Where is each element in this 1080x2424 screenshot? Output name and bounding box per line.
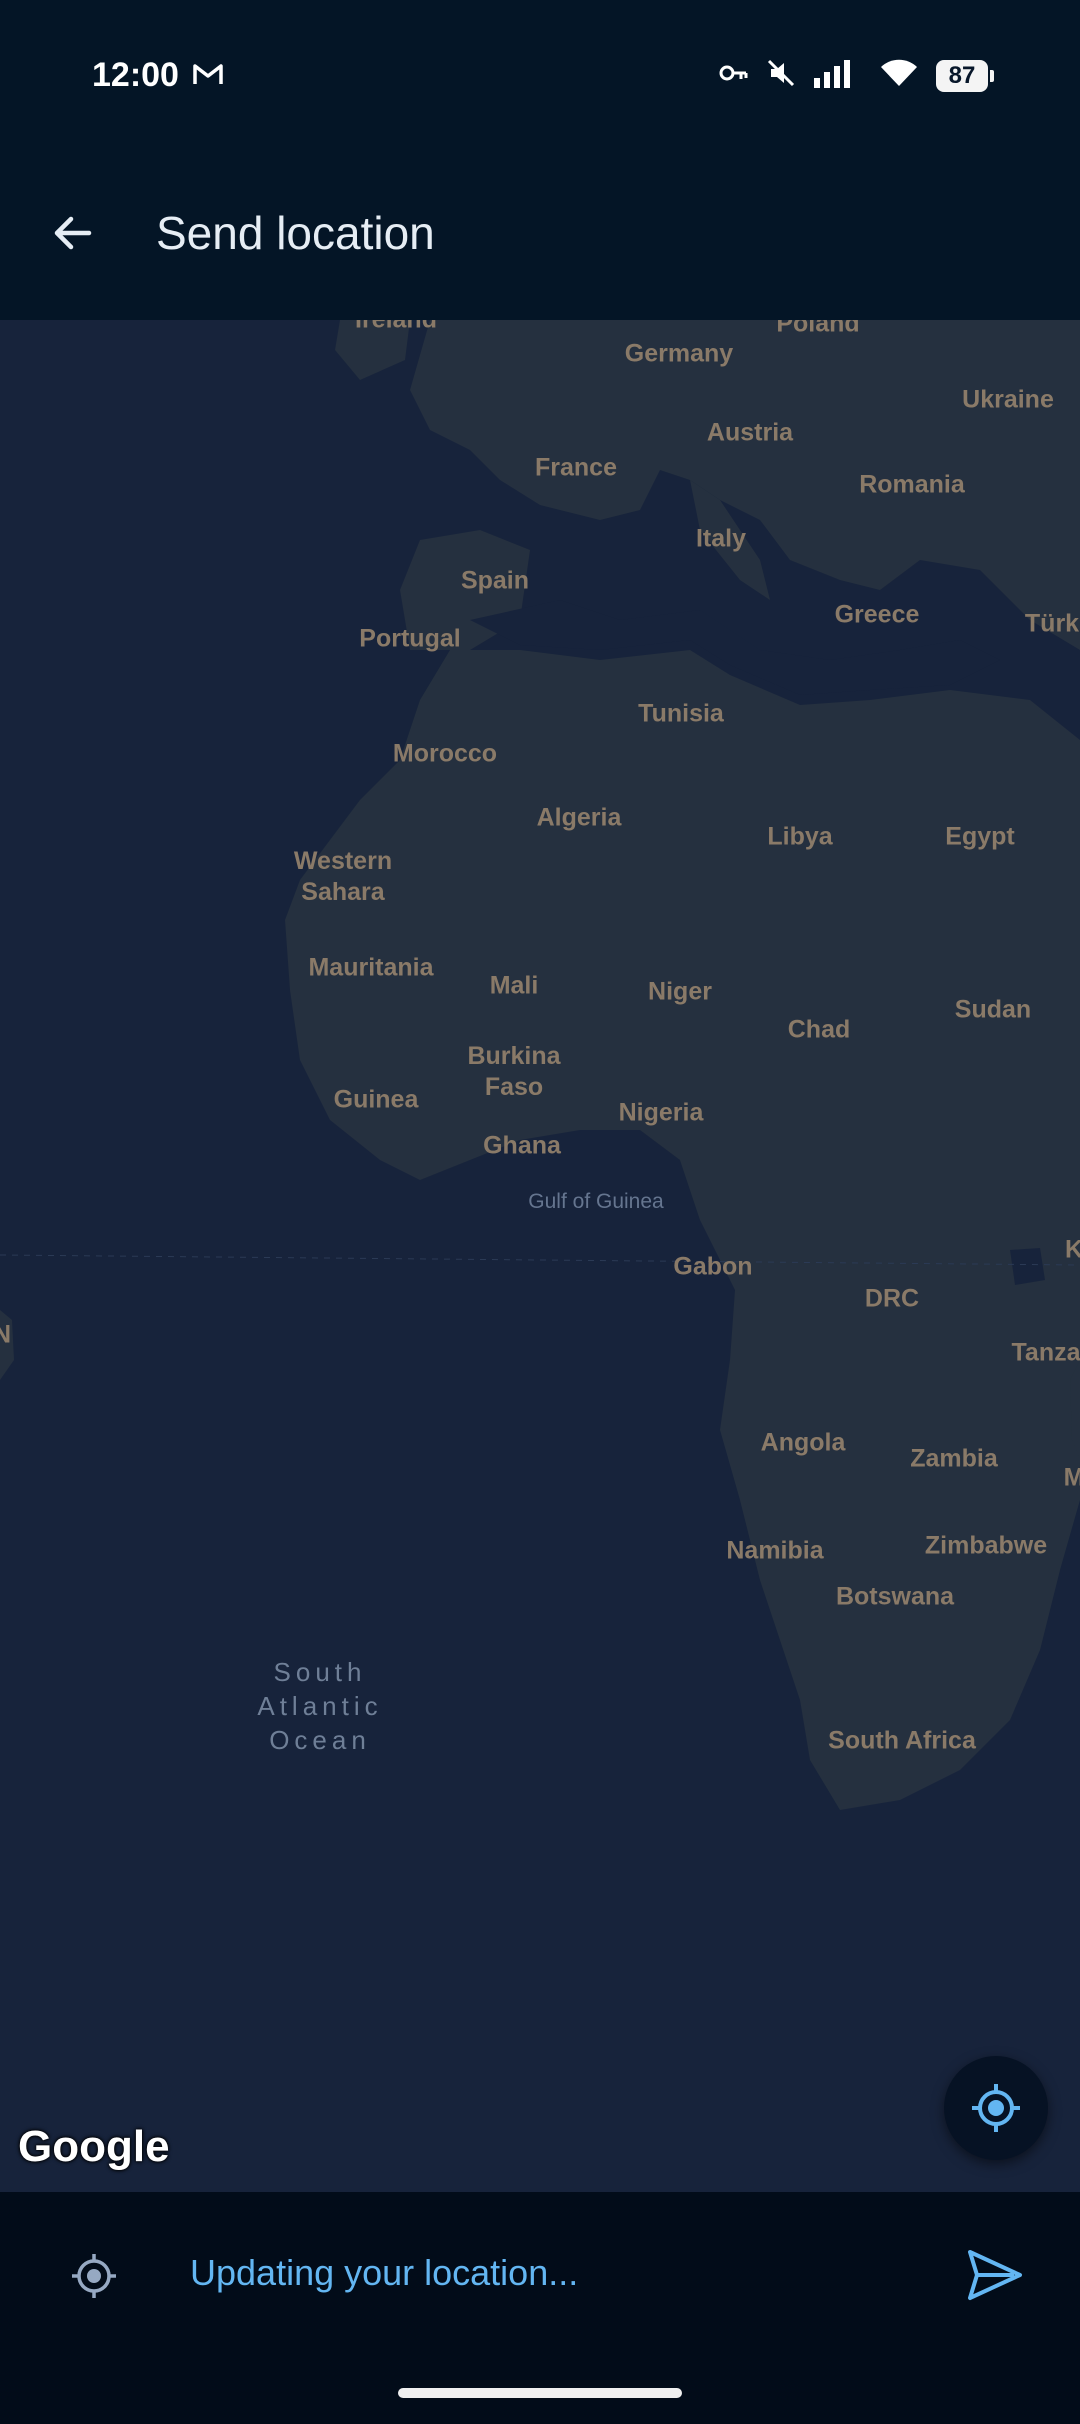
send-button[interactable] xyxy=(964,2244,1026,2306)
location-status-text: Updating your location... xyxy=(190,2252,579,2293)
map-label-country: Mali xyxy=(489,971,539,1000)
map-label-country: Ghana xyxy=(483,1131,561,1160)
clock: 12:00 xyxy=(92,56,179,94)
map-label-country: DRC xyxy=(864,1284,920,1313)
map-label-country: Morocco xyxy=(392,739,498,768)
map-label-country: M xyxy=(1063,1463,1080,1492)
map-label-country: Sudan xyxy=(954,995,1032,1024)
mute-icon xyxy=(766,58,796,93)
map-label-country: Austria xyxy=(706,418,794,447)
map-label-country: Türk xyxy=(1024,609,1080,638)
map-label-water: Gulf of Guinea xyxy=(528,1190,664,1213)
map-label-country: Namibia xyxy=(726,1536,824,1565)
app-bar: Send location xyxy=(0,150,1080,320)
home-indicator[interactable] xyxy=(398,2388,682,2398)
map-label-country: Portugal xyxy=(359,624,461,653)
map-label-country: France xyxy=(535,453,617,482)
map-label-country: Guinea xyxy=(333,1085,419,1114)
map-label-country: Niger xyxy=(648,977,712,1006)
map-label-country: Egypt xyxy=(945,822,1015,851)
status-icons: 87 xyxy=(718,58,994,93)
map-label-ocean: South Atlantic Ocean xyxy=(257,1657,383,1755)
back-button[interactable] xyxy=(42,202,104,264)
my-location-button[interactable] xyxy=(944,2056,1048,2160)
map-label-country: Angola xyxy=(760,1428,846,1457)
wifi-icon xyxy=(880,58,918,93)
map-label-country: Poland xyxy=(776,320,860,338)
status-bar: 12:00 87 xyxy=(0,0,1080,150)
map-label-country: Italy xyxy=(695,524,747,553)
send-icon xyxy=(968,2250,1022,2300)
gmail-icon xyxy=(192,62,224,91)
map-view[interactable]: Ireland Poland Germany Ukraine Austria F… xyxy=(0,320,1080,2192)
vpn-key-icon xyxy=(718,62,748,89)
battery-icon: 87 xyxy=(936,59,994,92)
map-label-country: Burkina Faso xyxy=(467,1042,561,1101)
map-label-country: Libya xyxy=(767,822,833,851)
map-label-country: Gabon xyxy=(673,1252,753,1281)
location-target-icon xyxy=(68,2250,120,2307)
map-label-country: Romania xyxy=(859,470,965,499)
my-location-icon xyxy=(972,2084,1020,2132)
google-logo: Google xyxy=(18,2122,170,2171)
signal-icon xyxy=(814,58,862,93)
map-label-country: Tunisia xyxy=(638,699,724,728)
map-label-country: N xyxy=(0,1320,12,1349)
map-label-country: Greece xyxy=(834,600,920,629)
map-label-country: Ireland xyxy=(355,320,437,336)
map-label-country: Algeria xyxy=(536,803,622,832)
map-label-country: Germany xyxy=(624,339,734,368)
page-title: Send location xyxy=(156,207,435,259)
map-label-country: Western Sahara xyxy=(293,847,393,906)
map-label-country: Chad xyxy=(787,1015,851,1044)
map-label-country: Spain xyxy=(460,566,530,595)
map-label-country: Botswana xyxy=(835,1582,955,1611)
map-label-country: Zambia xyxy=(910,1444,998,1473)
map-label-country: Nigeria xyxy=(618,1098,704,1127)
map-label-country: Zimbabwe xyxy=(924,1531,1048,1560)
map-label-country: South Africa xyxy=(828,1726,976,1755)
map-label-country: Mauritania xyxy=(308,953,434,982)
arrow-back-icon xyxy=(54,216,92,250)
map-label-country: Ukraine xyxy=(962,385,1054,414)
map-label-country: K xyxy=(1064,1235,1080,1264)
map-label-country: Tanza xyxy=(1011,1338,1080,1367)
